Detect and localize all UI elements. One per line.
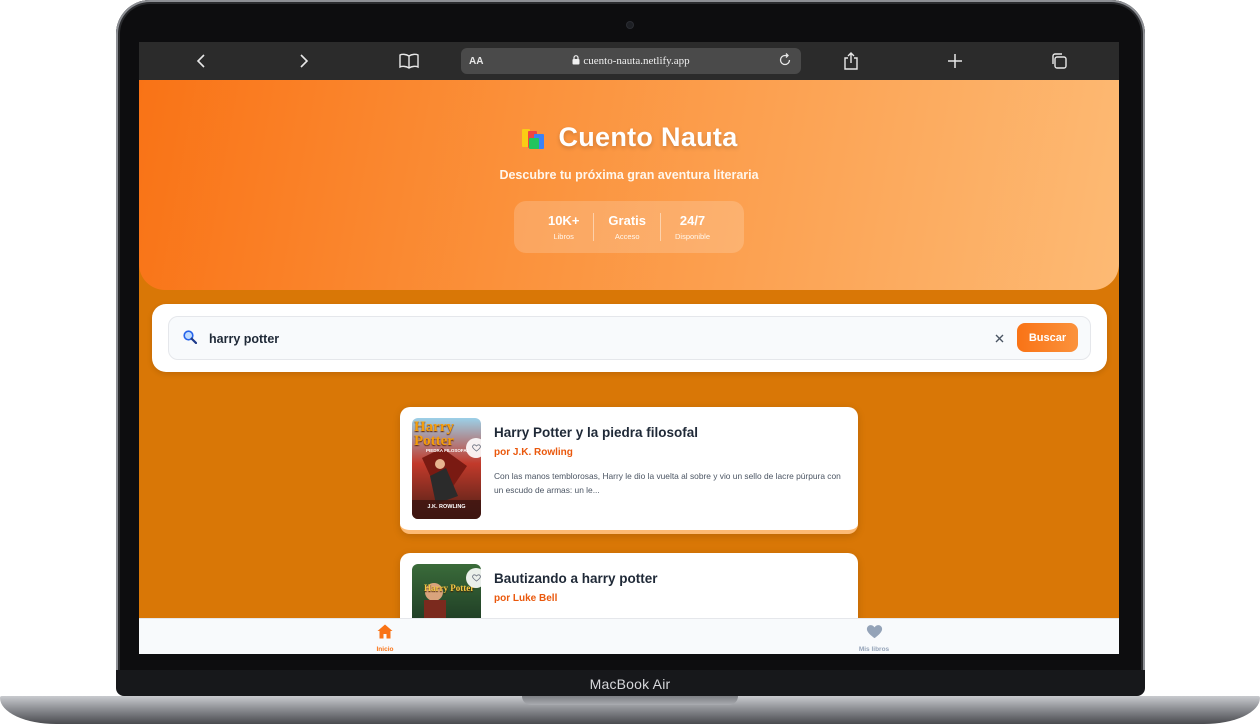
- browser-toolbar: AA cuento-nauta.netlify.app: [139, 42, 1119, 80]
- stat-value: 10K+: [547, 213, 580, 228]
- close-icon: [995, 334, 1003, 342]
- book-title[interactable]: Harry Potter y la piedra filosofal: [494, 425, 698, 440]
- nav-label: Mis libros: [858, 646, 890, 653]
- stat-value: 24/7: [679, 213, 706, 228]
- lock-icon: [572, 55, 580, 65]
- device-model-label: MacBook Air: [589, 676, 671, 692]
- chevron-left-icon: [196, 54, 205, 68]
- reload-icon: [779, 53, 791, 66]
- hero-banner: Cuento Nauta Descubre tu próxima gran av…: [139, 80, 1119, 290]
- stat-label: Disponible: [675, 232, 711, 241]
- app-title-text: Cuento Nauta: [558, 122, 738, 152]
- heart-outline-icon: [471, 444, 481, 452]
- favorite-button[interactable]: [466, 568, 481, 588]
- nav-item-inicio[interactable]: Inicio: [345, 624, 425, 653]
- search-input[interactable]: [207, 326, 951, 352]
- screen: AA cuento-nauta.netlify.app Cuento Nauta…: [139, 42, 1119, 654]
- stat-label: Libros: [553, 232, 574, 241]
- plus-icon: [948, 54, 962, 68]
- book-author: por Luke Bell: [494, 593, 558, 604]
- nav-item-mis-libros[interactable]: Mis libros: [834, 624, 914, 653]
- book-cover: Harry Potter PIEDRA FILOSOFAL J.K. ROWLI…: [412, 418, 481, 519]
- home-icon: [377, 624, 393, 639]
- cover-author: J.K. ROWLING: [427, 504, 466, 510]
- search-field: Buscar: [168, 316, 1091, 360]
- search-button[interactable]: Buscar: [1017, 323, 1078, 352]
- bottom-nav: Inicio Mis libros: [139, 618, 1119, 654]
- url-text: cuento-nauta.netlify.app: [461, 55, 801, 67]
- heart-icon: [866, 625, 882, 639]
- back-button[interactable]: [181, 42, 221, 80]
- new-tab-button[interactable]: [935, 42, 975, 80]
- heart-outline-icon: [471, 574, 481, 582]
- search-card: Buscar: [152, 304, 1107, 372]
- stat-label: Acceso: [614, 232, 640, 241]
- share-icon: [844, 52, 858, 70]
- cover-title: Harry Potter: [424, 583, 475, 593]
- forward-button[interactable]: [284, 42, 324, 80]
- search-icon: [183, 330, 197, 344]
- app-subtitle: Descubre tu próxima gran aventura litera…: [499, 168, 759, 182]
- stat-value: Gratis: [608, 213, 646, 228]
- reload-button[interactable]: [777, 52, 793, 73]
- stat-availability: 24/7 Disponible: [660, 213, 724, 241]
- book-icon: [399, 53, 419, 69]
- stat-books: 10K+ Libros: [534, 213, 593, 241]
- address-bar[interactable]: AA cuento-nauta.netlify.app: [461, 48, 801, 74]
- book-description: Con las manos temblorosas, Harry le dio …: [494, 471, 841, 495]
- bookmarks-button[interactable]: [389, 42, 429, 80]
- cover-subtitle: PIEDRA FILOSOFAL: [426, 448, 470, 453]
- clear-search-button[interactable]: [989, 328, 1009, 348]
- book-author: por J.K. Rowling: [494, 447, 573, 458]
- book-title[interactable]: Bautizando a harry potter: [494, 571, 658, 586]
- camera: [627, 22, 633, 28]
- share-button[interactable]: [831, 42, 871, 80]
- url-value: cuento-nauta.netlify.app: [583, 55, 690, 67]
- stats-panel: 10K+ Libros Gratis Acceso 24/7 Disponibl…: [514, 201, 744, 253]
- favorite-button[interactable]: [466, 438, 481, 458]
- books-icon: [522, 129, 545, 149]
- chevron-right-icon: [300, 54, 309, 68]
- tabs-icon: [1052, 53, 1067, 69]
- laptop-notch: [522, 696, 738, 705]
- nav-label: Inicio: [376, 646, 394, 653]
- stat-access: Gratis Acceso: [593, 213, 660, 241]
- app-title: Cuento Nauta: [139, 122, 1119, 153]
- book-card[interactable]: Harry Potter PIEDRA FILOSOFAL J.K. ROWLI…: [400, 407, 858, 534]
- tabs-overview-button[interactable]: [1039, 42, 1079, 80]
